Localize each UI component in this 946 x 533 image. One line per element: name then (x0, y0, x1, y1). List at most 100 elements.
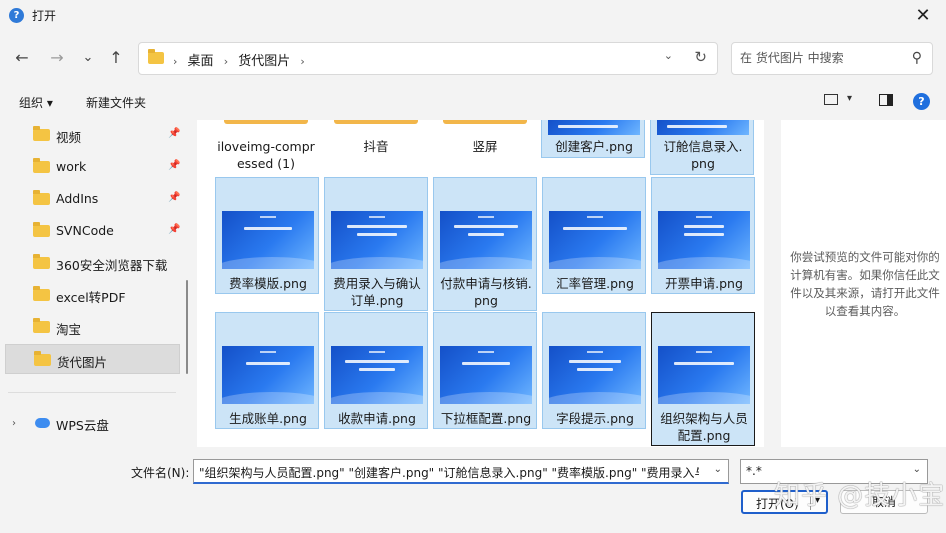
breadcrumb-separator: › (300, 55, 305, 68)
file-tile[interactable]: 费率模版.png (215, 177, 319, 294)
file-tile[interactable]: 开票申请.png (651, 177, 755, 294)
sidebar-item-label: 360安全浏览器下载 (56, 258, 168, 273)
up-arrow-icon[interactable]: ↑ (105, 48, 127, 68)
breadcrumb: › 桌面 › 货代图片 › (173, 50, 311, 69)
file-label: 订舱信息录入. png (663, 139, 743, 171)
image-thumbnail (331, 211, 423, 269)
pin-icon: 📌 (168, 160, 181, 171)
image-thumbnail (440, 211, 532, 269)
image-thumbnail (658, 211, 750, 269)
chevron-down-icon[interactable]: ⌄ (913, 464, 921, 475)
search-icon[interactable]: ⚲ (912, 50, 922, 66)
sidebar-divider (8, 392, 176, 393)
address-dropdown-chevron-icon[interactable]: ⌄ (664, 49, 673, 62)
address-bar[interactable]: › 桌面 › 货代图片 › ⌄ ↻ (138, 42, 718, 75)
app-icon: ? (9, 8, 24, 23)
breadcrumb-separator: › (173, 55, 178, 68)
filename-value[interactable]: "组织架构与人员配置.png" "创建客户.png" "订舱信息录入.png" … (199, 464, 699, 481)
image-thumbnail (549, 346, 641, 404)
sidebar-item-taobao[interactable]: 淘宝 (5, 312, 180, 342)
search-input[interactable] (740, 51, 900, 65)
file-label: 费率模版.png (229, 276, 307, 291)
file-label: 生成账单.png (229, 411, 307, 426)
title-bar: ? 打开 ✕ (0, 0, 946, 32)
file-label: 下拉框配置.png (440, 411, 532, 426)
preview-pane-toggle-icon[interactable] (879, 94, 893, 106)
close-button[interactable]: ✕ (900, 0, 946, 32)
pin-icon: 📌 (168, 192, 181, 203)
file-label[interactable]: iloveimg-compr essed (1) (214, 138, 318, 172)
file-label: 收款申请.png (338, 411, 416, 426)
file-tile[interactable]: 费用录入与确认 订单.png (324, 177, 428, 311)
sidebar-item-label: 视频 (56, 130, 82, 145)
refresh-icon[interactable]: ↻ (694, 48, 707, 66)
sidebar-scrollbar[interactable] (186, 280, 188, 374)
file-tile[interactable]: 付款申请与核销. png (433, 177, 537, 311)
help-icon[interactable]: ? (913, 93, 930, 110)
file-label: 组织架构与人员 配置.png (660, 411, 748, 443)
file-label: 费用录入与确认 订单.png (333, 276, 421, 308)
folder-icon (33, 158, 50, 173)
filename-label: 文件名(N): (131, 466, 190, 480)
new-folder-button[interactable]: 新建文件夹 (86, 94, 146, 111)
file-label: 创建客户.png (555, 139, 633, 154)
breadcrumb-separator: › (223, 55, 229, 68)
folder-icon (33, 286, 50, 301)
sidebar-item-svncode[interactable]: SVNCode 📌 (5, 216, 180, 246)
file-label: 开票申请.png (665, 276, 743, 291)
file-label[interactable]: 抖音 (324, 138, 428, 155)
view-mode-icon[interactable] (824, 94, 838, 105)
watermark: 知乎 @技小宝 (774, 481, 946, 511)
breadcrumb-current-folder[interactable]: 货代图片 (238, 54, 290, 69)
sidebar-item-label: AddIns (56, 191, 99, 206)
sidebar-item-label: SVNCode (56, 223, 114, 238)
command-bar: 组织 ▾ 新建文件夹 ▾ ? (0, 84, 946, 120)
sidebar-item-label: work (56, 159, 87, 174)
folder-icon (33, 318, 50, 333)
view-mode-dropdown-icon[interactable]: ▾ (847, 93, 852, 104)
cloud-icon (35, 418, 50, 428)
file-tile[interactable]: 生成账单.png (215, 312, 319, 429)
navigation-bar: ← → ⌄ ↑ › 桌面 › 货代图片 › ⌄ ↻ ⚲ (0, 32, 946, 84)
image-thumbnail (658, 346, 750, 404)
sidebar-item-videos[interactable]: 视频 📌 (5, 120, 180, 150)
file-tile[interactable]: 订舱信息录入. png (650, 120, 754, 175)
sidebar-item-freight-images[interactable]: 货代图片 (5, 344, 180, 374)
filename-history-chevron-icon[interactable]: ⌄ (714, 464, 722, 475)
file-tile[interactable]: 汇率管理.png (542, 177, 646, 294)
image-thumbnail (222, 211, 314, 269)
folder-thumbnail (443, 120, 527, 124)
file-label[interactable]: 竖屏 (433, 138, 537, 155)
organize-menu-button[interactable]: 组织 ▾ (19, 94, 53, 111)
file-label: 字段提示.png (556, 411, 634, 426)
back-arrow-icon[interactable]: ← (11, 48, 33, 68)
folder-icon (148, 49, 164, 64)
file-tile[interactable]: 收款申请.png (324, 312, 428, 429)
filename-field[interactable]: "组织架构与人员配置.png" "创建客户.png" "订舱信息录入.png" … (193, 459, 729, 484)
sidebar-item-wps-cloud[interactable]: WPS云盘 (56, 415, 109, 434)
expand-chevron-icon[interactable]: › (12, 418, 16, 429)
file-tile[interactable]: 组织架构与人员 配置.png (651, 312, 755, 446)
preview-pane: 你尝试预览的文件可能对你的计算机有害。如果你信任此文件以及其来源，请打开此文件以… (781, 120, 946, 447)
forward-arrow-icon[interactable]: → (46, 48, 68, 68)
navigation-pane: 视频 📌 work 📌 AddIns 📌 SVNCode 📌 360安全浏览器下… (0, 120, 192, 447)
file-tile[interactable]: 创建客户.png (541, 120, 645, 158)
preview-warning-text: 你尝试预览的文件可能对你的计算机有害。如果你信任此文件以及其来源，请打开此文件以… (790, 250, 940, 318)
folder-thumbnail (334, 120, 418, 124)
folder-icon (33, 190, 50, 205)
recent-locations-chevron-icon[interactable]: ⌄ (77, 48, 99, 68)
sidebar-item-excel-to-pdf[interactable]: excel转PDF (5, 280, 180, 310)
window-title: 打开 (32, 9, 57, 23)
search-box[interactable]: ⚲ (731, 42, 933, 75)
breadcrumb-desktop[interactable]: 桌面 (188, 54, 214, 69)
folder-icon (33, 126, 50, 141)
sidebar-item-work[interactable]: work 📌 (5, 152, 180, 182)
folder-icon (33, 222, 50, 237)
image-thumbnail (331, 346, 423, 404)
sidebar-item-label: excel转PDF (56, 290, 126, 305)
sidebar-item-360-downloads[interactable]: 360安全浏览器下载 (5, 248, 180, 278)
file-tile[interactable]: 下拉框配置.png (433, 312, 537, 429)
file-tile[interactable]: 字段提示.png (542, 312, 646, 429)
sidebar-item-addins[interactable]: AddIns 📌 (5, 184, 180, 214)
image-thumbnail (549, 211, 641, 269)
